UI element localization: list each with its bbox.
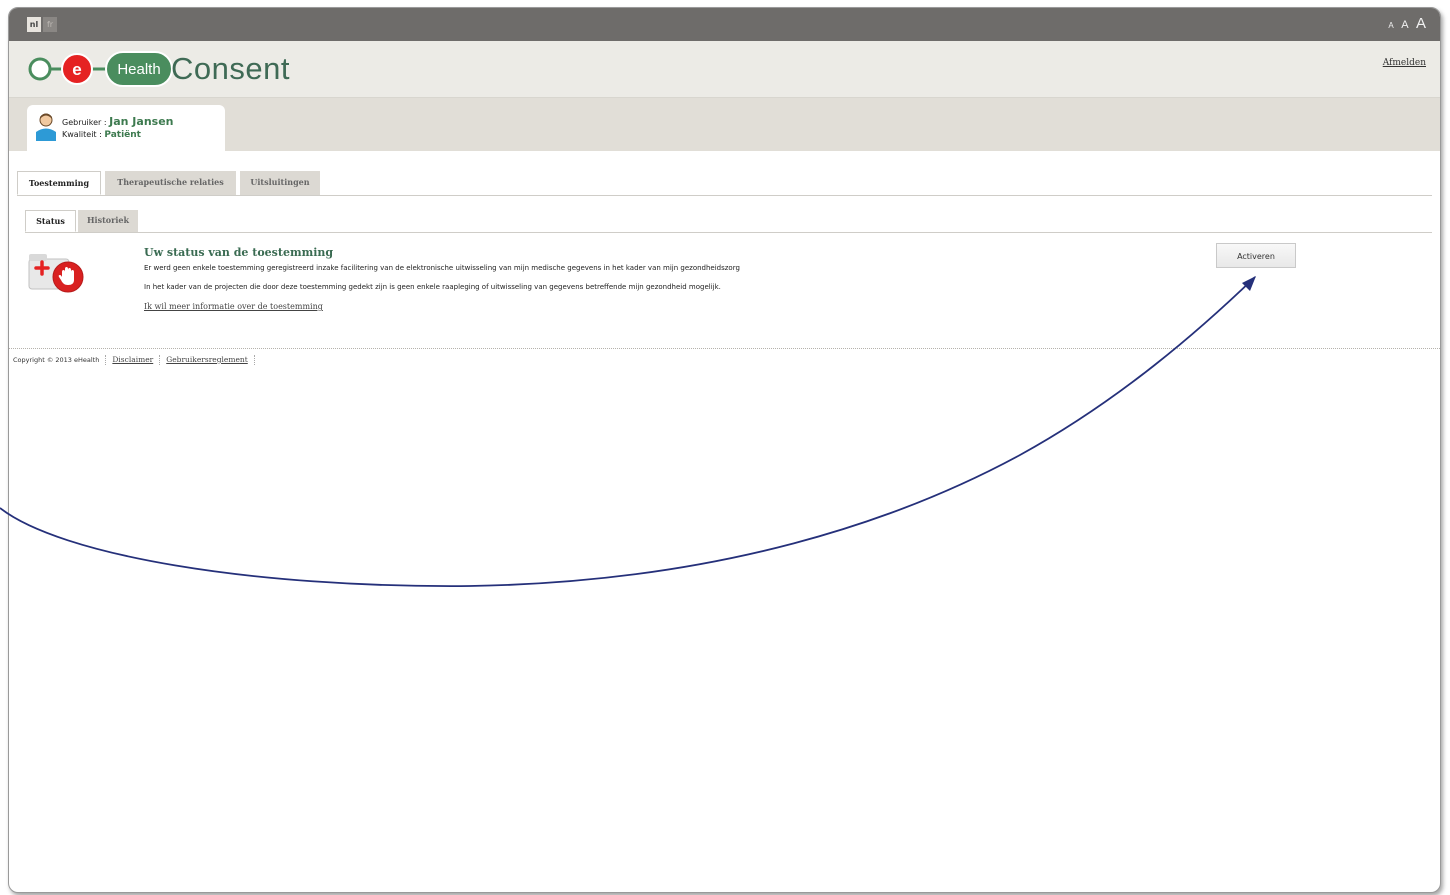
status-text-line1: Er werd geen enkele toestemming geregist…	[144, 264, 740, 272]
footer: Copyright © 2013 eHealth Disclaimer Gebrui…	[13, 355, 261, 365]
subtab-status[interactable]: Status	[25, 210, 76, 232]
main-tabs: Toestemming Therapeutische relaties Uits…	[17, 171, 1432, 196]
tab-therapeutische-relaties[interactable]: Therapeutische relaties	[105, 171, 236, 195]
status-title: Uw status van de toestemming	[144, 246, 334, 259]
user-band: Gebruiker : Jan Jansen Kwaliteit : Patië…	[9, 98, 1440, 152]
copyright-text: Copyright © 2013 eHealth	[13, 356, 100, 364]
user-name: Jan Jansen	[109, 115, 174, 128]
user-label: Gebruiker :	[62, 118, 110, 127]
svg-text:e: e	[72, 60, 81, 79]
status-text-line2: In het kader van de projecten die door d…	[144, 283, 721, 291]
subtab-historiek[interactable]: Historiek	[78, 210, 138, 232]
disclaimer-link[interactable]: Disclaimer	[112, 355, 153, 364]
footer-separator	[105, 355, 107, 365]
tab-uitsluitingen[interactable]: Uitsluitingen	[240, 171, 320, 195]
app-title: Consent	[171, 51, 290, 86]
font-size-large-button[interactable]: A	[1416, 15, 1426, 32]
browser-frame: nl fr A A A e Health Consent Afmelden Ge…	[8, 7, 1441, 893]
logout-link[interactable]: Afmelden	[1383, 58, 1426, 68]
page-header: e Health Consent Afmelden	[9, 41, 1440, 98]
user-avatar-icon	[36, 113, 56, 141]
svg-text:Health: Health	[117, 61, 160, 78]
language-nl-button[interactable]: nl	[27, 17, 41, 32]
more-info-link[interactable]: Ik wil meer informatie over de toestemmi…	[144, 302, 323, 311]
quality-label: Kwaliteit :	[62, 130, 105, 139]
user-quality-line: Kwaliteit : Patiënt	[62, 130, 141, 140]
footer-divider	[9, 348, 1440, 349]
sub-tabs: Status Historiek	[25, 210, 1432, 233]
footer-separator	[253, 355, 255, 365]
quality-value: Patiënt	[104, 130, 141, 140]
user-card: Gebruiker : Jan Jansen Kwaliteit : Patië…	[27, 105, 225, 152]
terms-link[interactable]: Gebruikersreglement	[166, 355, 248, 364]
font-size-medium-button[interactable]: A	[1401, 19, 1408, 31]
tab-toestemming[interactable]: Toestemming	[17, 171, 101, 195]
user-name-line: Gebruiker : Jan Jansen	[62, 115, 174, 128]
footer-separator	[159, 355, 161, 365]
font-size-controls: A A A	[1385, 15, 1426, 33]
consent-blocked-icon	[28, 254, 84, 293]
activate-button[interactable]: Activeren	[1216, 243, 1296, 268]
language-fr-button[interactable]: fr	[43, 17, 57, 32]
top-bar: nl fr A A A	[9, 8, 1440, 41]
font-size-small-button[interactable]: A	[1388, 21, 1393, 30]
